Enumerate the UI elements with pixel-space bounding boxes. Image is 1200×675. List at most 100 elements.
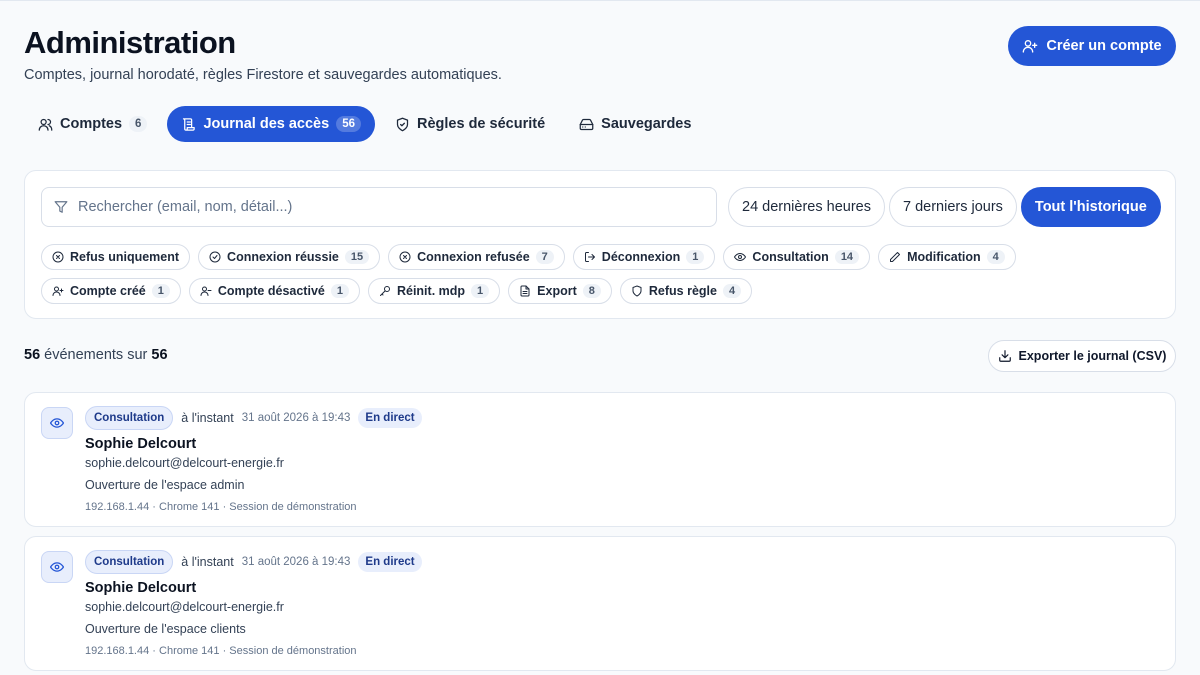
- shield-icon: [396, 117, 409, 131]
- drive-icon: [579, 118, 594, 130]
- eye-icon: [734, 253, 747, 261]
- chip-count: 1: [471, 284, 490, 298]
- total-count: 56: [151, 347, 168, 363]
- live-badge: En direct: [358, 552, 422, 572]
- filter-panel: 24 dernières heures 7 derniers jours Tou…: [24, 170, 1176, 319]
- event-timestamp: 31 août 2026 à 19:43: [241, 412, 351, 424]
- event-detail: Ouverture de l'espace admin: [85, 478, 245, 492]
- key-icon: [379, 286, 390, 296]
- download-icon: [998, 350, 1011, 362]
- chip-count: 15: [344, 250, 370, 264]
- range-24h-button[interactable]: 24 dernières heures: [728, 187, 885, 227]
- tab-label: Comptes: [60, 116, 123, 132]
- event-meta: Consultation à l'instant 31 août 2026 à …: [85, 550, 422, 574]
- event-type-icon-box: [41, 551, 73, 583]
- event-card[interactable]: Consultation à l'instant 31 août 2026 à …: [24, 536, 1176, 671]
- users-icon: [38, 118, 53, 131]
- chip-label: Consultation: [752, 250, 829, 264]
- event-timestamp: 31 août 2026 à 19:43: [241, 556, 351, 568]
- chip-count: 8: [582, 284, 601, 298]
- tab-label: Journal des accès: [203, 116, 330, 132]
- event-technical-info: 192.168.1.44 · Chrome 141 · Session de d…: [85, 645, 357, 657]
- chip-label: Réinit. mdp: [396, 284, 466, 298]
- chip-count: 1: [151, 284, 170, 298]
- chip-connexion-reussie[interactable]: Connexion réussie 15: [198, 244, 381, 270]
- chip-compte-desactive[interactable]: Compte désactivé 1: [188, 278, 360, 304]
- shown-count: 56: [24, 347, 41, 363]
- x-circle-icon: [52, 251, 64, 263]
- chip-count: 4: [986, 250, 1005, 264]
- scroll-icon: [183, 117, 196, 131]
- event-type-badge: Consultation: [85, 406, 174, 430]
- event-user-email: sophie.delcourt@delcourt-energie.fr: [85, 456, 284, 470]
- tab-backups[interactable]: Sauvegardes: [565, 106, 705, 142]
- tab-bar: Comptes 6 Journal des accès 56 Règles de…: [24, 106, 705, 142]
- chip-count: 4: [722, 284, 742, 298]
- x-circle-icon: [399, 251, 411, 263]
- live-badge: En direct: [358, 408, 422, 428]
- tab-comptes[interactable]: Comptes 6: [24, 106, 161, 142]
- chip-reinit-mdp[interactable]: Réinit. mdp 1: [367, 278, 501, 304]
- tab-security-rules[interactable]: Règles de sécurité: [381, 106, 559, 142]
- tab-count-badge: 56: [336, 116, 361, 132]
- chip-label: Refus règle: [648, 284, 717, 298]
- chip-count: 14: [834, 250, 860, 264]
- chip-connexion-refusee[interactable]: Connexion refusée 7: [388, 244, 565, 270]
- search-input[interactable]: [78, 199, 678, 215]
- chip-label: Modification: [907, 250, 981, 264]
- logout-icon: [584, 252, 595, 262]
- export-csv-button[interactable]: Exporter le journal (CSV): [988, 340, 1176, 372]
- event-card[interactable]: Consultation à l'instant 31 août 2026 à …: [24, 392, 1176, 527]
- admin-page: Administration Comptes, journal horodaté…: [0, 0, 1200, 675]
- chip-label: Export: [537, 284, 577, 298]
- time-range-selector: 24 dernières heures 7 derniers jours Tou…: [728, 187, 1161, 227]
- event-technical-info: 192.168.1.44 · Chrome 141 · Session de d…: [85, 501, 357, 513]
- summary-text: événements sur: [40, 347, 152, 363]
- page-title: Administration: [24, 25, 236, 60]
- page-subtitle: Comptes, journal horodaté, règles Firest…: [24, 67, 502, 83]
- search-box[interactable]: [41, 187, 717, 227]
- user-plus-icon: [52, 286, 64, 296]
- range-7d-button[interactable]: 7 derniers jours: [888, 187, 1017, 227]
- chip-label: Connexion réussie: [227, 250, 339, 264]
- event-user-name: Sophie Delcourt: [85, 580, 197, 596]
- chip-label: Refus uniquement: [70, 250, 180, 264]
- event-type-badge: Consultation: [85, 550, 174, 574]
- chip-count: 7: [535, 250, 554, 264]
- chip-deconnexion[interactable]: Déconnexion 1: [572, 244, 716, 270]
- chip-count: 1: [330, 284, 349, 298]
- chip-label: Déconnexion: [601, 250, 681, 264]
- tab-count-badge: 6: [129, 116, 148, 132]
- chip-label: Compte créé: [70, 284, 146, 298]
- event-relative-time: à l'instant: [181, 411, 234, 425]
- filter-icon: [54, 201, 68, 213]
- event-user-name: Sophie Delcourt: [85, 436, 197, 452]
- result-summary: 56 événements sur 56: [24, 347, 168, 363]
- chip-refus-uniquement[interactable]: Refus uniquement: [41, 244, 191, 270]
- event-type-filters: Refus uniquement Connexion réussie 15 Co…: [41, 244, 1161, 304]
- chip-label: Compte désactivé: [217, 284, 325, 298]
- chip-export[interactable]: Export 8: [508, 278, 612, 304]
- chip-modification[interactable]: Modification 4: [878, 244, 1016, 270]
- chip-refus-regle[interactable]: Refus règle 4: [619, 278, 753, 304]
- event-user-email: sophie.delcourt@delcourt-energie.fr: [85, 600, 284, 614]
- chip-label: Connexion refusée: [417, 250, 530, 264]
- event-meta: Consultation à l'instant 31 août 2026 à …: [85, 406, 422, 430]
- create-account-button[interactable]: Créer un compte: [1008, 26, 1176, 66]
- range-all-button[interactable]: Tout l'historique: [1020, 187, 1161, 227]
- file-icon: [520, 285, 530, 297]
- tab-journal[interactable]: Journal des accès 56: [167, 106, 375, 142]
- chip-compte-cree[interactable]: Compte créé 1: [41, 278, 181, 304]
- check-circle-icon: [209, 251, 221, 263]
- export-label: Exporter le journal (CSV): [1018, 349, 1167, 363]
- chip-count: 1: [686, 250, 705, 264]
- pencil-icon: [890, 252, 901, 262]
- tab-label: Règles de sécurité: [417, 116, 546, 132]
- chip-consultation[interactable]: Consultation 14: [723, 244, 871, 270]
- eye-icon: [50, 418, 64, 428]
- event-detail: Ouverture de l'espace clients: [85, 622, 246, 636]
- event-type-icon-box: [41, 407, 73, 439]
- shield-icon: [632, 285, 642, 297]
- eye-icon: [50, 562, 64, 572]
- event-relative-time: à l'instant: [181, 555, 234, 569]
